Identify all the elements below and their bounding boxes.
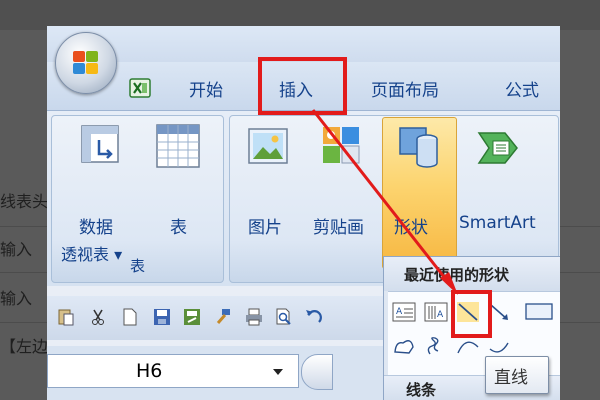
excel-icon[interactable] xyxy=(129,78,151,98)
line-shape-highlight xyxy=(451,290,492,338)
name-box[interactable]: H6 xyxy=(47,354,299,388)
paste-icon[interactable] xyxy=(57,308,75,326)
recent-shapes-title: 最近使用的形状 xyxy=(404,266,510,284)
print-icon[interactable] xyxy=(245,308,263,326)
tab-page-layout[interactable]: 页面布局 xyxy=(371,76,439,101)
name-box-value: H6 xyxy=(136,360,163,382)
background-line: 输入 xyxy=(0,289,33,308)
annotation-anchor xyxy=(397,250,401,254)
background-line: 【左边 xyxy=(0,337,49,356)
pivot-table-label[interactable]: 数据 xyxy=(79,213,113,238)
format-painter-icon[interactable] xyxy=(213,308,231,326)
recent-shapes-header: 最近使用的形状 xyxy=(384,257,560,292)
tab-formulas[interactable]: 公式 xyxy=(505,76,539,101)
svg-text:A: A xyxy=(437,310,444,320)
insert-tab-highlight xyxy=(258,57,347,115)
background-line: 输入 xyxy=(0,240,33,259)
shapes-label[interactable]: 形状 xyxy=(394,213,428,238)
curved-arrow-shape-icon[interactable] xyxy=(488,335,512,357)
rectangle-shape-icon[interactable] xyxy=(524,301,554,323)
smartart-icon[interactable] xyxy=(475,125,521,171)
smartart-label[interactable]: SmartArt xyxy=(459,213,536,233)
svg-text:A: A xyxy=(396,307,403,317)
freeform-shape-icon[interactable] xyxy=(392,335,416,357)
name-box-dropdown-icon[interactable] xyxy=(273,369,283,375)
office-logo-icon xyxy=(73,51,98,74)
undo-icon[interactable] xyxy=(305,308,323,326)
shapes-icon[interactable] xyxy=(397,125,443,171)
background-line: 线表头 xyxy=(0,192,49,211)
office-button[interactable] xyxy=(55,32,117,94)
table-label[interactable]: 表 xyxy=(170,213,187,238)
line-tooltip-text: 直线 xyxy=(494,368,528,388)
curve-shape-icon[interactable] xyxy=(456,335,480,357)
pivot-table-label-2[interactable]: 透视表 ▾ xyxy=(61,241,122,265)
cut-icon[interactable] xyxy=(89,308,107,326)
save-icon[interactable] xyxy=(153,308,171,326)
clip-art-icon[interactable] xyxy=(321,125,361,165)
table-icon[interactable] xyxy=(155,123,201,169)
picture-label[interactable]: 图片 xyxy=(248,213,282,238)
save-as-icon[interactable] xyxy=(183,308,201,326)
tab-home[interactable]: 开始 xyxy=(189,76,223,101)
text-box-shape-icon[interactable]: A xyxy=(392,301,416,323)
vertical-text-box-shape-icon[interactable]: A xyxy=(424,301,448,323)
lines-section-label: 线条 xyxy=(406,381,437,399)
pivot-table-icon[interactable] xyxy=(79,123,121,165)
clip-art-label[interactable]: 剪贴画 xyxy=(313,213,364,238)
formula-bar-left-cap[interactable] xyxy=(301,354,333,390)
print-preview-icon[interactable] xyxy=(275,308,293,326)
scribble-shape-icon[interactable] xyxy=(424,335,448,357)
picture-icon[interactable] xyxy=(247,125,289,167)
new-document-icon[interactable] xyxy=(121,308,139,326)
line-tooltip: 直线 xyxy=(485,356,549,394)
